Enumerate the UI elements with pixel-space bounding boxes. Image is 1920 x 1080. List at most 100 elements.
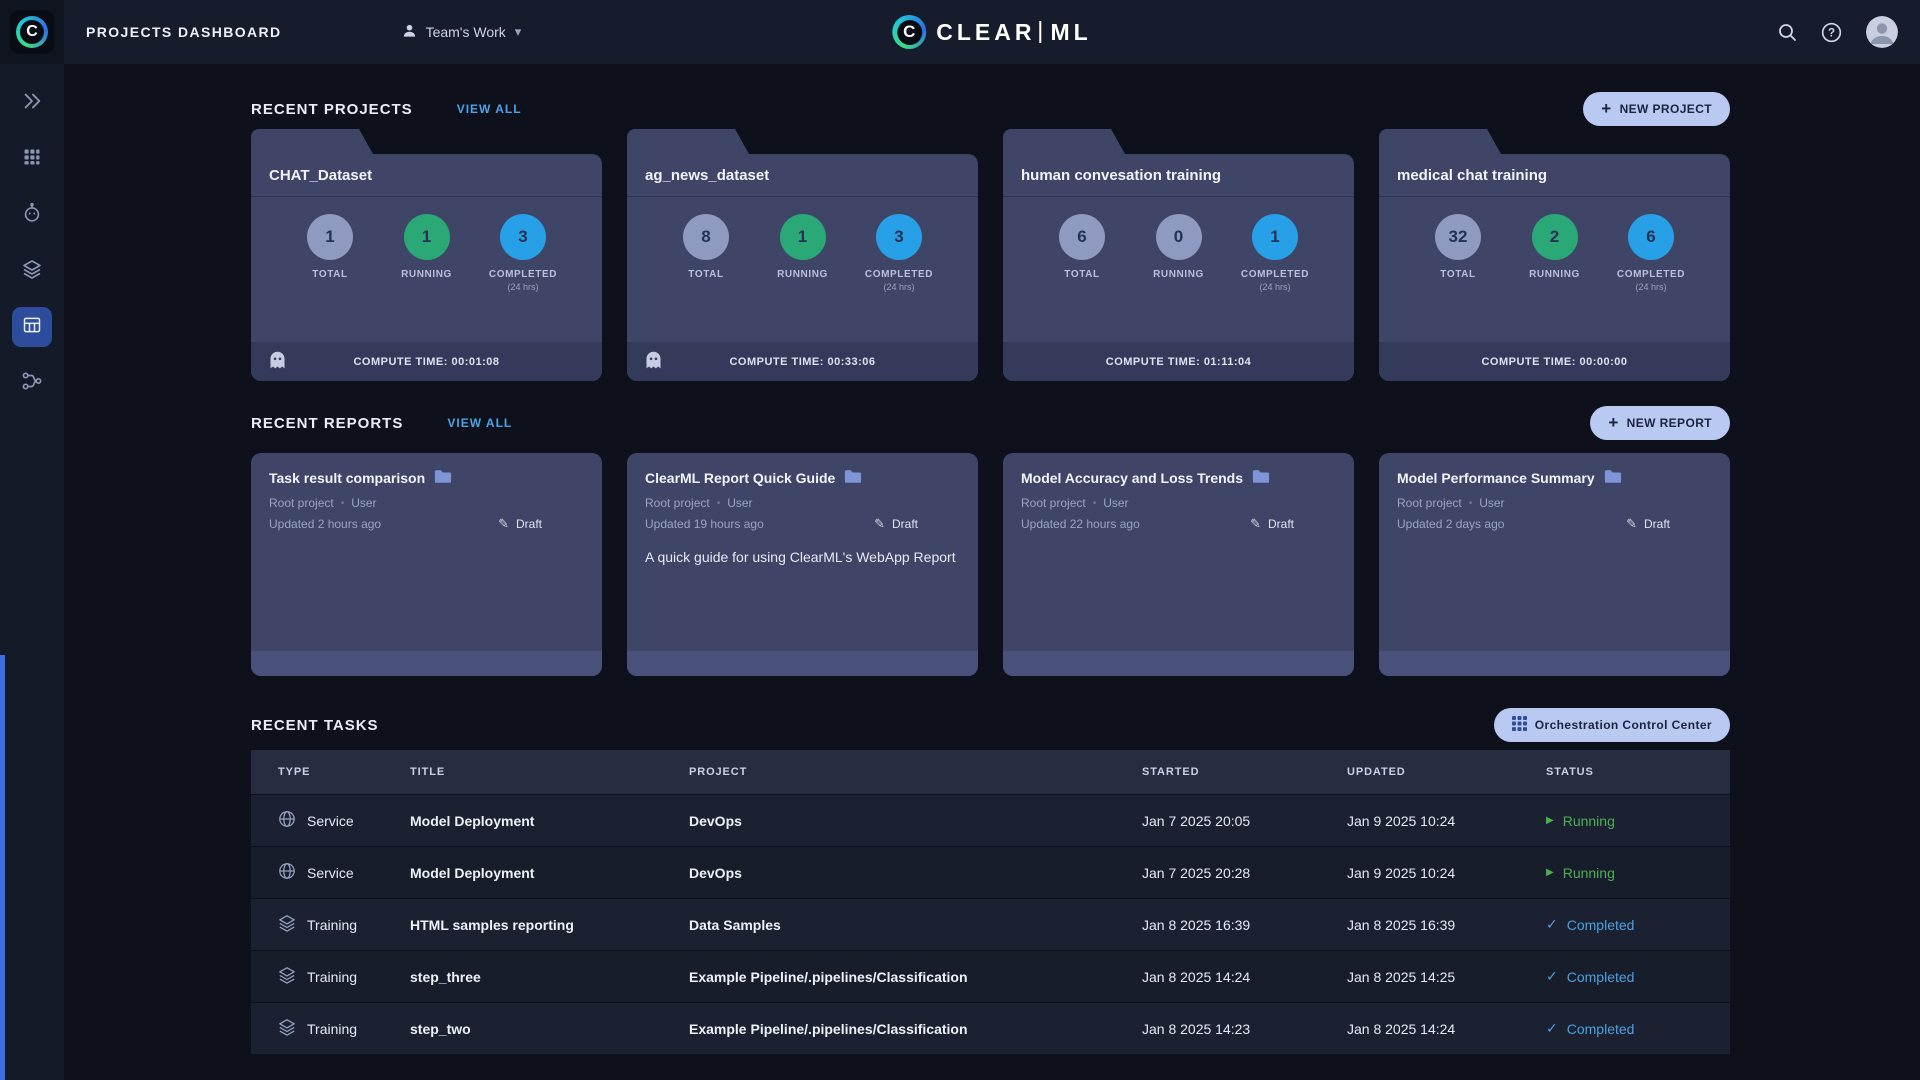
project-card[interactable]: human convesation training 6 TOTAL 0 RUNNI… — [1003, 126, 1354, 381]
total-count: 8 — [683, 214, 729, 260]
task-type: Service — [307, 812, 354, 829]
dot-separator: • — [1092, 497, 1097, 509]
report-author: User — [727, 496, 753, 510]
dot-separator: • — [1468, 497, 1473, 509]
completed-label: COMPLETED — [488, 269, 558, 280]
app-logo[interactable]: C — [0, 0, 64, 64]
compute-time-bar: COMPUTE TIME: 00:33:06 — [627, 342, 978, 381]
topbar: PROJECTS DASHBOARD Team's Work ▾ C CLEAR… — [64, 0, 1920, 64]
service-icon — [278, 862, 296, 883]
compute-time-label: COMPUTE TIME: — [1105, 355, 1201, 368]
orchestration-control-center-button[interactable]: Orchestration Control Center — [1493, 708, 1730, 742]
brand-divider — [1039, 21, 1042, 43]
table-row[interactable]: Service Model Deployment DevOps Jan 7 20… — [251, 794, 1730, 846]
task-started: Jan 7 2025 20:28 — [1142, 864, 1251, 881]
workspace-selector[interactable]: Team's Work ▾ — [402, 23, 521, 41]
compute-time-bar: COMPUTE TIME: 01:11:04 — [1003, 342, 1354, 381]
running-count: 1 — [403, 214, 450, 260]
completed-icon: ✓ — [1546, 916, 1558, 932]
report-title: Model Accuracy and Loss Trends — [1021, 470, 1243, 486]
folder-tab — [1003, 129, 1125, 154]
task-project: DevOps — [689, 812, 742, 829]
section-title-tasks: RECENT TASKS — [251, 716, 379, 734]
sidebar-item-datasets[interactable] — [12, 251, 52, 291]
pipeline-icon — [21, 370, 43, 397]
folder-tab — [251, 129, 373, 154]
reports-view-all-link[interactable]: VIEW ALL — [447, 416, 512, 430]
report-card[interactable]: Model Performance Summary Root project •… — [1379, 453, 1730, 676]
user-avatar[interactable] — [1866, 16, 1898, 48]
dot-separator: • — [716, 497, 721, 509]
task-type: Training — [307, 1020, 358, 1037]
report-card-footer — [627, 651, 978, 676]
folder-icon — [1252, 469, 1270, 487]
column-header-status: STATUS — [1546, 766, 1594, 778]
column-header-title: TITLE — [410, 766, 446, 778]
status-badge: ✓ Completed — [1546, 916, 1635, 933]
ghost-icon — [643, 350, 664, 374]
section-title-projects: RECENT PROJECTS — [251, 100, 413, 118]
compute-time-label: COMPUTE TIME: — [353, 355, 448, 368]
completed-label: COMPLETED — [864, 269, 934, 280]
report-card-footer — [1003, 651, 1354, 676]
report-card[interactable]: Model Accuracy and Loss Trends Root proj… — [1003, 453, 1354, 676]
compute-time-value: 00:01:08 — [451, 355, 500, 368]
task-project: DevOps — [689, 864, 742, 881]
column-header-project: PROJECT — [689, 766, 748, 778]
task-type: Training — [307, 968, 358, 985]
recent-reports-header: RECENT REPORTS VIEW ALL + NEW REPORT — [251, 406, 1730, 440]
report-author: User — [1479, 496, 1505, 510]
completed-sublabel: (24 hrs) — [507, 282, 539, 292]
completed-sublabel: (24 hrs) — [883, 282, 915, 292]
report-card[interactable]: ClearML Report Quick Guide Root project … — [627, 453, 978, 676]
projects-view-all-link[interactable]: VIEW ALL — [457, 102, 522, 116]
workspace-name: Team's Work — [425, 24, 506, 40]
table-row[interactable]: Service Model Deployment DevOps Jan 7 20… — [251, 846, 1730, 898]
recent-projects-header: RECENT PROJECTS VIEW ALL + NEW PROJECT — [251, 92, 1730, 126]
table-row[interactable]: Training HTML samples reporting Data Sam… — [251, 898, 1730, 950]
table-row[interactable]: Training step_three Example Pipeline/.pi… — [251, 950, 1730, 1002]
plus-icon: + — [1601, 99, 1612, 118]
status-badge: ✎ Draft — [874, 516, 918, 531]
sidebar: C — [0, 0, 64, 1080]
brand-word-left: CLEAR — [936, 18, 1036, 45]
brand-word-right: ML — [1050, 18, 1092, 45]
search-icon[interactable] — [1777, 22, 1797, 42]
completed-count: 3 — [876, 214, 922, 260]
task-title: HTML samples reporting — [410, 916, 574, 933]
project-card[interactable]: ag_news_dataset 8 TOTAL 1 RUNNING 3 COMPLET… — [627, 126, 978, 381]
sidebar-item-pipelines[interactable] — [12, 363, 52, 403]
report-project: Root project — [1021, 496, 1086, 510]
completed-count: 6 — [1628, 214, 1674, 260]
project-name: medical chat training — [1379, 154, 1730, 197]
compute-time-label: COMPUTE TIME: — [1481, 355, 1576, 368]
table-icon — [22, 315, 42, 340]
folder-icon — [844, 469, 862, 487]
new-report-button[interactable]: + NEW REPORT — [1590, 406, 1730, 440]
status-badge: ✓ Completed — [1546, 968, 1635, 985]
sidebar-item-models[interactable] — [12, 195, 52, 235]
report-card-footer — [1379, 651, 1730, 676]
help-icon[interactable]: ? — [1821, 22, 1842, 43]
running-count: 0 — [1155, 214, 1202, 260]
folder-icon — [1604, 469, 1622, 487]
total-count: 32 — [1435, 214, 1481, 260]
project-card[interactable]: medical chat training 32 TOTAL 2 RUNNING 6… — [1379, 126, 1730, 381]
status-badge: ▶ Running — [1546, 864, 1615, 881]
completed-label: COMPLETED — [1616, 269, 1686, 280]
project-card[interactable]: CHAT_Dataset 1 TOTAL 1 RUNNING 3 COMPLETED (… — [251, 126, 602, 381]
folder-tab — [1379, 129, 1501, 154]
left-accent-strip — [0, 655, 5, 1080]
sidebar-item-workers[interactable] — [12, 139, 52, 179]
sidebar-item-dashboard[interactable] — [12, 83, 52, 123]
grid-icon — [1511, 716, 1527, 734]
new-project-button[interactable]: + NEW PROJECT — [1583, 92, 1730, 126]
completed-icon: ✓ — [1546, 1020, 1558, 1036]
report-card[interactable]: Task result comparison Root project • Us… — [251, 453, 602, 676]
sidebar-item-hyperdatasets[interactable] — [12, 307, 52, 347]
compute-time-bar: COMPUTE TIME: 00:00:00 — [1379, 342, 1730, 381]
double-chevron-icon — [21, 90, 43, 117]
report-project: Root project — [645, 496, 710, 510]
page-title: PROJECTS DASHBOARD — [86, 24, 282, 40]
table-row[interactable]: Training step_two Example Pipeline/.pipe… — [251, 1002, 1730, 1054]
